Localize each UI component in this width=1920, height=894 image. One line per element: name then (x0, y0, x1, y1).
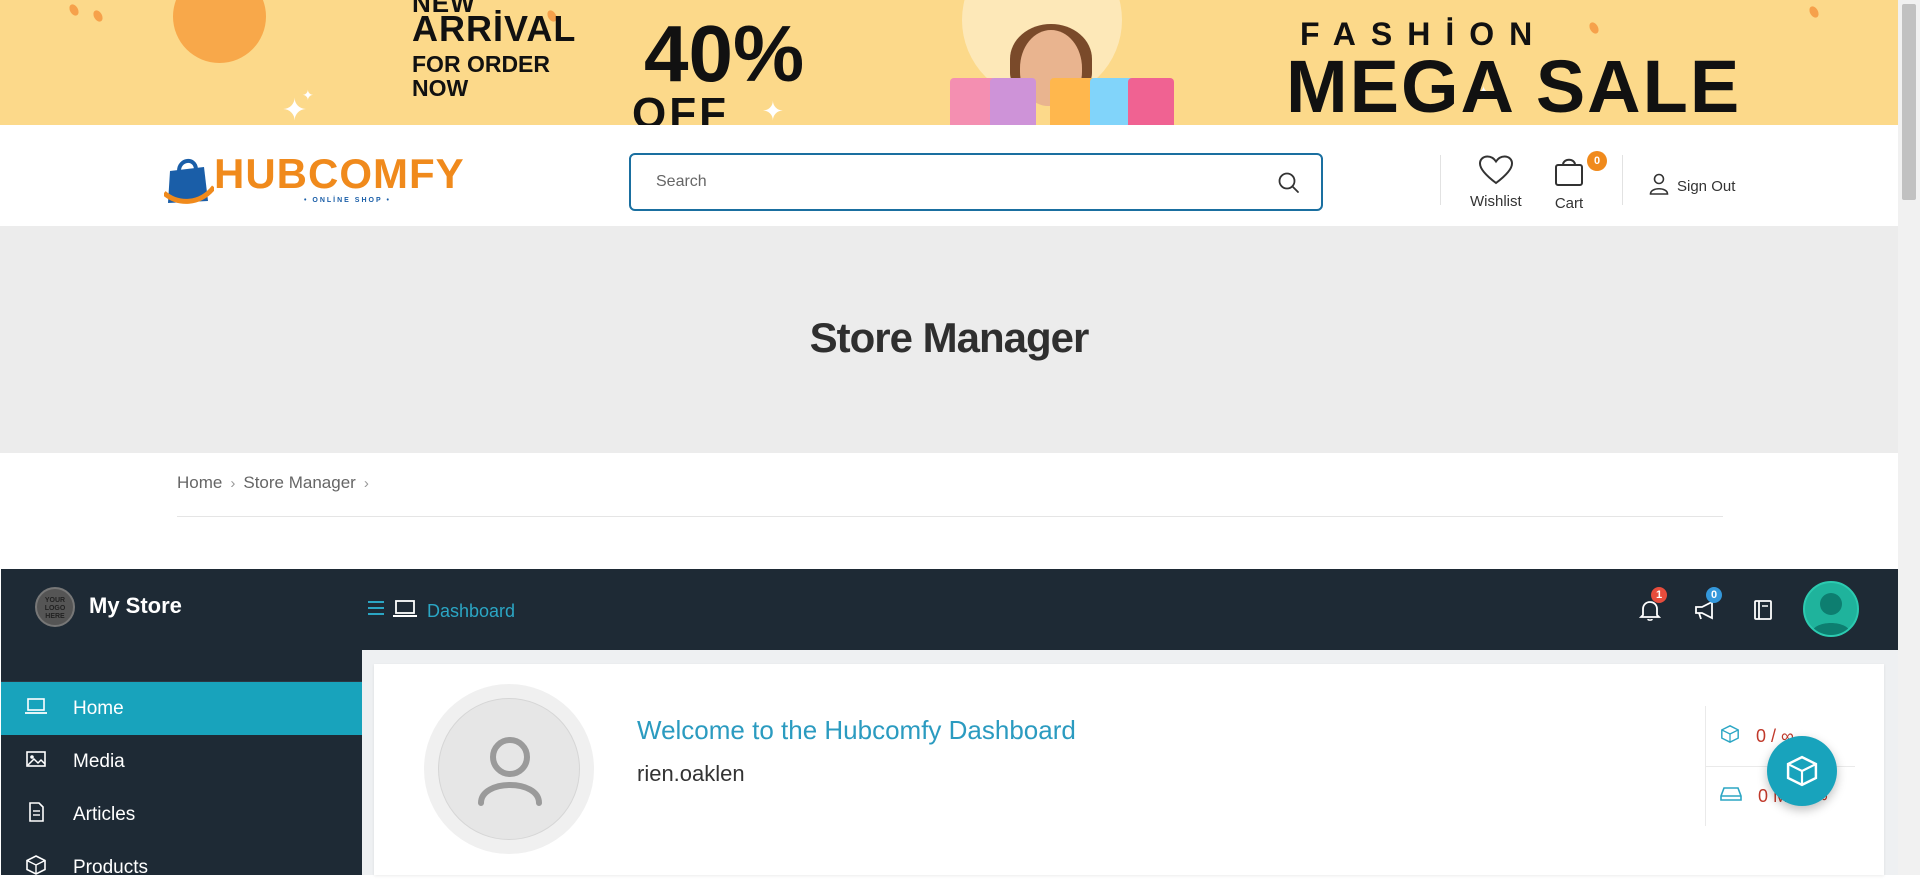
sidebar-spacer (1, 650, 362, 682)
banner-mega-sale-text: MEGA SALE (1286, 45, 1742, 125)
sidebar-item-label: Products (73, 856, 148, 878)
dashboard-topbar: YOUR LOGO HERE My Store Dashboard 1 0 (1, 569, 1898, 650)
announcements-count-badge: 0 (1706, 587, 1722, 603)
avatar-placeholder (438, 698, 580, 840)
user-placeholder-icon (478, 737, 542, 806)
book-icon[interactable] (1753, 599, 1773, 626)
cube-icon (1786, 755, 1818, 787)
site-logo[interactable]: HUBCOMFY • ONLİNE SHOP • (162, 150, 465, 204)
cart-label: Cart (1554, 195, 1584, 212)
welcome-card: Welcome to the Hubcomfy Dashboard rien.o… (374, 664, 1884, 875)
banner-dot (67, 2, 81, 18)
notifications-count-badge: 1 (1651, 587, 1667, 603)
sidebar-item-label: Articles (73, 803, 136, 825)
sidebar-item-products[interactable]: Products (1, 841, 362, 894)
hard-drive-icon (1720, 786, 1742, 807)
wishlist-label: Wishlist (1470, 193, 1522, 210)
breadcrumb-home[interactable]: Home (177, 473, 222, 493)
cart-bag-icon (1553, 158, 1585, 191)
banner-dot (1587, 20, 1601, 36)
box-icon (1720, 724, 1740, 749)
shopping-bag-logo-icon (162, 153, 216, 204)
banner-off-text: OFF (632, 89, 729, 126)
banner-order-text: FOR ORDER NOW (412, 51, 550, 101)
header-divider (1440, 155, 1441, 205)
store-name[interactable]: My Store (89, 593, 182, 619)
chevron-right-icon: › (230, 474, 236, 492)
dashboard-label: Dashboard (427, 601, 516, 621)
page-scrollbar[interactable] (1898, 0, 1920, 875)
banner-discount-percent: 40% (644, 9, 805, 98)
dashboard-sidebar: Home Media Articles Products (1, 650, 362, 878)
cart-count-badge: 0 (1587, 151, 1607, 171)
breadcrumb-store-manager[interactable]: Store Manager (243, 473, 355, 493)
floating-cube-button[interactable] (1767, 736, 1837, 806)
breadcrumb-divider (177, 516, 1723, 517)
notifications-bell-icon[interactable]: 1 (1638, 587, 1667, 626)
page-title-band: Store Manager (0, 226, 1898, 453)
sparkle-icon: ✦ (302, 87, 314, 103)
promo-banner[interactable]: ✦ ✦ ✦ ✦ NEW ARRİVAL FOR ORDER NOW 40% OF… (0, 0, 1898, 125)
sparkle-icon: ✦ (762, 96, 784, 125)
store-logo[interactable]: YOUR LOGO HERE (35, 587, 75, 627)
site-header: HUBCOMFY • ONLİNE SHOP • Wishlist 0 Cart… (0, 125, 1898, 226)
page-title: Store Manager (809, 314, 1090, 361)
laptop-icon (25, 697, 47, 721)
sidebar-item-articles[interactable]: Articles (1, 788, 362, 841)
shopping-bag-icon (990, 78, 1036, 125)
sidebar-item-media[interactable]: Media (1, 735, 362, 788)
banner-arrival-text: ARRİVAL (412, 8, 577, 49)
dashboard-main: Welcome to the Hubcomfy Dashboard rien.o… (362, 650, 1898, 875)
banner-sun-decoration (173, 0, 266, 63)
header-divider (1622, 155, 1623, 205)
logo-wordmark: HUBCOMFY (214, 150, 465, 197)
banner-dot (91, 8, 105, 24)
sidebar-item-home[interactable]: Home (1, 682, 362, 735)
cart-link[interactable]: 0 Cart (1553, 151, 1607, 212)
hamburger-menu-icon[interactable] (367, 599, 385, 622)
sidebar-item-label: Media (73, 750, 125, 772)
logo-tagline: • ONLİNE SHOP • (304, 197, 391, 204)
megaphone-icon[interactable]: 0 (1694, 587, 1722, 626)
breadcrumb: Home › Store Manager › (177, 473, 369, 493)
search-box (629, 153, 1323, 211)
sign-out-label: Sign Out (1677, 177, 1736, 195)
document-icon (25, 801, 47, 828)
heart-icon (1478, 155, 1514, 189)
user-icon (1649, 173, 1669, 199)
profile-avatar[interactable] (1803, 581, 1859, 637)
chevron-right-icon: › (363, 474, 369, 492)
banner-dot (1807, 4, 1821, 20)
box-icon (25, 854, 47, 881)
sidebar-item-label: Home (73, 697, 124, 719)
shopping-bag-icon (1128, 78, 1174, 125)
image-icon (25, 750, 47, 774)
username: rien.oaklen (637, 761, 745, 786)
sign-out-link[interactable]: Sign Out (1649, 173, 1735, 199)
laptop-icon (393, 599, 417, 624)
user-avatar-icon (1811, 593, 1851, 635)
dashboard-link[interactable]: Dashboard (393, 599, 515, 624)
scrollbar-thumb[interactable] (1902, 4, 1916, 200)
wishlist-link[interactable]: Wishlist (1470, 155, 1522, 210)
welcome-heading: Welcome to the Hubcomfy Dashboard (637, 715, 1076, 745)
search-icon[interactable] (1277, 171, 1301, 200)
search-input[interactable] (631, 155, 1231, 209)
avatar[interactable] (424, 684, 594, 854)
